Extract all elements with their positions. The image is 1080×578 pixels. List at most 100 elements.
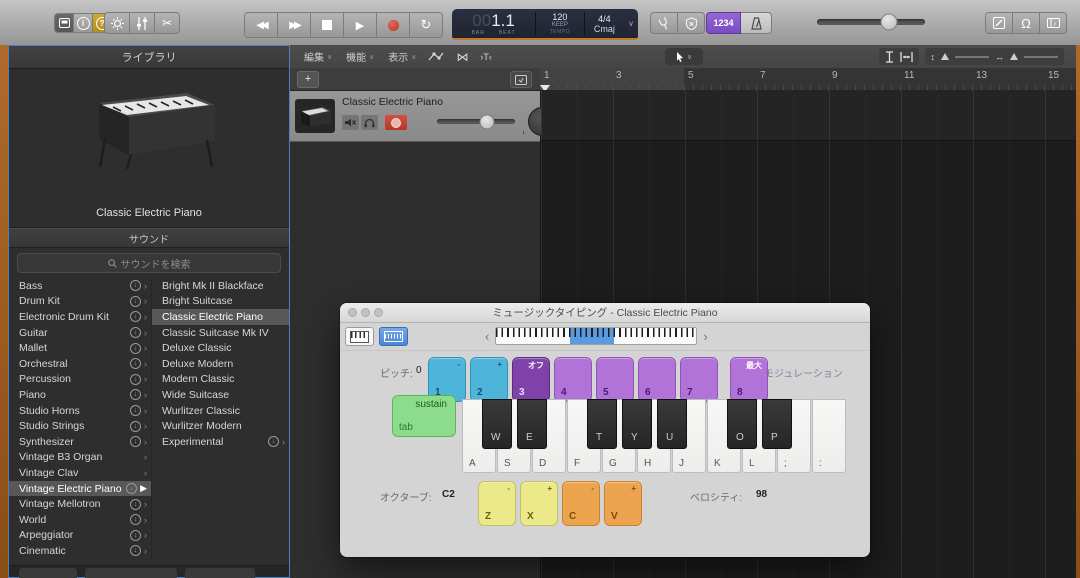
track-lane-1[interactable] (541, 90, 1076, 141)
library-patch-row[interactable]: Experimental↓› (152, 434, 289, 450)
download-icon[interactable]: ↓ (130, 405, 141, 416)
black-key-T[interactable]: T (587, 399, 617, 449)
library-patch-row[interactable]: Classic Suitcase Mk IV (152, 325, 289, 341)
library-category-row[interactable]: Cinematic↓› (9, 543, 151, 559)
smart-controls-button[interactable] (130, 12, 155, 34)
master-volume-slider[interactable] (817, 19, 925, 25)
add-track-button[interactable]: + (297, 71, 319, 88)
library-bottom-button[interactable] (85, 568, 177, 578)
quick-help-info-button[interactable]: i (74, 13, 93, 33)
download-icon[interactable]: ↓ (130, 374, 141, 385)
close-icon[interactable] (348, 308, 357, 317)
download-icon[interactable]: ↓ (130, 530, 141, 541)
download-icon[interactable]: ↓ (130, 296, 141, 307)
library-patch-row[interactable]: Bright Suitcase (152, 294, 289, 310)
timeline-ruler[interactable]: 13579111315 (540, 68, 1076, 91)
master-tuner-button[interactable] (650, 12, 678, 34)
library-category-row[interactable]: Mallet↓› (9, 340, 151, 356)
black-key-P[interactable]: P (762, 399, 792, 449)
octave-next-arrow[interactable]: › (703, 329, 707, 344)
black-key-Y[interactable]: Y (622, 399, 652, 449)
automation-button[interactable] (428, 51, 444, 62)
library-patch-row[interactable]: Deluxe Modern (152, 356, 289, 372)
edit-menu[interactable]: 編集∨ (304, 49, 332, 64)
library-category-row[interactable]: Studio Strings↓› (9, 418, 151, 434)
library-patch-row[interactable]: Deluxe Classic (152, 340, 289, 356)
black-key-E[interactable]: E (517, 399, 547, 449)
download-icon[interactable]: ↓ (130, 389, 141, 400)
lcd-chevron-icon[interactable]: ∨ (624, 9, 638, 38)
library-category-row[interactable]: Piano↓› (9, 387, 151, 403)
rewind-button[interactable]: ◀◀ (244, 12, 278, 38)
download-icon[interactable]: ↓ (130, 421, 141, 432)
library-category-row[interactable]: Orchestral↓› (9, 356, 151, 372)
vertical-zoom-slider[interactable] (941, 53, 949, 60)
pointer-tool-menu[interactable]: ∨ (665, 48, 703, 65)
zoom-icon[interactable] (374, 308, 383, 317)
editors-button[interactable]: ✂ (155, 12, 180, 34)
track-volume-knob[interactable] (480, 114, 495, 129)
flex-button[interactable]: ⋈ (456, 50, 468, 64)
keyboard-view-toggle[interactable] (345, 327, 374, 346)
library-category-row[interactable]: Electronic Drum Kit↓› (9, 309, 151, 325)
tuner-button[interactable] (104, 12, 130, 34)
stop-button[interactable] (311, 12, 344, 38)
track-volume-slider[interactable] (437, 119, 515, 124)
download-icon[interactable]: ↓ (130, 311, 141, 322)
library-category-row[interactable]: Vintage Clav› (9, 465, 151, 481)
download-icon[interactable]: ↓ (126, 483, 137, 494)
black-key-U[interactable]: U (657, 399, 687, 449)
library-category-row[interactable]: Arpeggiator↓› (9, 528, 151, 544)
lcd-display[interactable]: 001.1 BARBEAT 120 KEEP TEMPO 4/4 Cmaj ∨ (452, 9, 638, 40)
vertical-auto-zoom-icon[interactable] (885, 51, 894, 63)
white-key-:[interactable]: : (812, 399, 846, 473)
solo-button[interactable] (361, 115, 378, 130)
library-category-row[interactable]: Studio Horns↓› (9, 403, 151, 419)
library-patch-row[interactable]: Bright Mk II Blackface (152, 278, 289, 294)
library-toggle-button[interactable] (54, 13, 74, 33)
download-icon[interactable]: ↓ (130, 343, 141, 354)
sustain-key[interactable]: sustain tab (392, 395, 456, 437)
download-icon[interactable]: ↓ (268, 436, 279, 447)
library-patch-row[interactable]: Classic Electric Piano (152, 309, 289, 325)
octave-key-V[interactable]: V+ (604, 481, 642, 526)
library-search-input[interactable]: サウンドを検索 (17, 253, 281, 273)
library-patch-row[interactable]: Wurlitzer Modern (152, 418, 289, 434)
octave-key-X[interactable]: X+ (520, 481, 558, 526)
play-button[interactable]: ▶ (344, 12, 377, 38)
feedback-protection-button[interactable] (678, 12, 705, 34)
view-menu[interactable]: 表示∨ (388, 49, 416, 64)
note-pad-button[interactable] (985, 12, 1013, 34)
library-category-row[interactable]: Bass↓› (9, 278, 151, 294)
library-category-row[interactable]: Vintage Mellotron↓› (9, 496, 151, 512)
cycle-button[interactable]: ↻ (410, 12, 443, 38)
library-bottom-button[interactable] (185, 568, 255, 578)
download-icon[interactable]: ↓ (130, 499, 141, 510)
download-icon[interactable]: ↓ (130, 280, 141, 291)
library-patch-row[interactable]: Wurlitzer Classic (152, 403, 289, 419)
black-key-O[interactable]: O (727, 399, 757, 449)
count-in-button[interactable]: 1234 (706, 12, 741, 34)
library-category-row[interactable]: World↓› (9, 512, 151, 528)
metronome-button[interactable] (741, 12, 772, 34)
track-header-options-button[interactable] (510, 71, 532, 88)
horizontal-zoom-slider[interactable] (1010, 53, 1018, 60)
download-icon[interactable]: ↓ (130, 545, 141, 556)
black-key-W[interactable]: W (482, 399, 512, 449)
functions-menu[interactable]: 機能∨ (346, 49, 374, 64)
octave-key-C[interactable]: C- (562, 481, 600, 526)
octave-prev-arrow[interactable]: ‹ (485, 329, 489, 344)
download-icon[interactable]: ↓ (130, 436, 141, 447)
track-name[interactable]: Classic Electric Piano (342, 96, 443, 108)
library-patch-row[interactable]: Modern Classic (152, 372, 289, 388)
volume-slider-knob[interactable] (881, 14, 898, 31)
minimize-icon[interactable] (361, 308, 370, 317)
typing-view-toggle[interactable] (379, 327, 408, 346)
record-button[interactable] (377, 12, 410, 38)
library-category-row[interactable]: Guitar↓› (9, 325, 151, 341)
keyboard-overview[interactable] (495, 327, 697, 345)
library-category-row[interactable]: Percussion↓› (9, 372, 151, 388)
download-icon[interactable]: ↓ (130, 327, 141, 338)
library-bottom-button[interactable] (19, 568, 77, 578)
library-patch-row[interactable]: Wide Suitcase (152, 387, 289, 403)
